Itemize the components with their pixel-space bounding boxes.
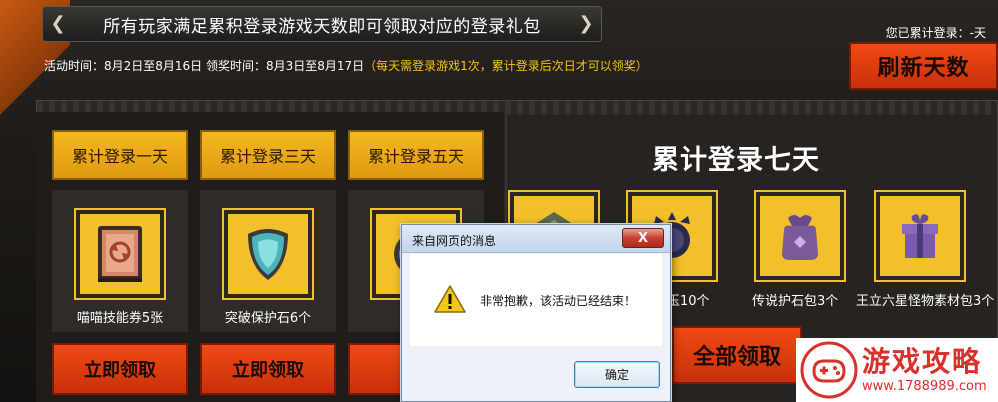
site-watermark: 游戏攻略 www.1788989.com (796, 338, 998, 402)
alert-dialog: 来自网页的消息 X 非常抱歉，该活动已经结束！ 确定 (401, 224, 671, 402)
reward-label: 传说护石包3个 (752, 294, 839, 309)
legend-stone-bag-icon (756, 192, 844, 280)
reward-card: 突破保护石6个 (200, 190, 336, 332)
banner-text: 所有玩家满足累积登录游戏天数即可领取对应的登录礼包 (103, 16, 541, 37)
refresh-days-button[interactable]: 刷新天数 (849, 42, 998, 90)
event-period: 活动时间：8月2日至8月16日 领奖时间：8月3日至8月17日（每天需登录游戏1… (44, 57, 648, 74)
chevron-left-icon[interactable]: ❮ (49, 14, 67, 34)
event-banner: ❮ 所有玩家满足累积登录游戏天数即可领取对应的登录礼包 ❯ (42, 6, 602, 42)
period-text: 活动时间：8月2日至8月16日 领奖时间：8月3日至8月17日 (44, 59, 365, 73)
seven-day-title: 累计登录七天 (652, 145, 820, 176)
reward-label: 玉10个 (667, 294, 710, 309)
event-page: ❮ 所有玩家满足累积登录游戏天数即可领取对应的登录礼包 ❯ 活动时间：8月2日至… (0, 0, 998, 402)
close-icon[interactable]: X (622, 228, 664, 248)
watermark-title: 游戏攻略 (862, 345, 983, 378)
dialog-titlebar[interactable]: 来自网页的消息 X (402, 225, 670, 253)
tab-login-3-days[interactable]: 累计登录三天 (200, 130, 336, 180)
shield-stone-icon (224, 210, 312, 298)
gift-box-icon (876, 192, 964, 280)
ok-button[interactable]: 确定 (574, 361, 660, 388)
tab-login-1-day[interactable]: 累计登录一天 (52, 130, 188, 180)
reward-card: 喵喵技能券5张 (52, 190, 188, 332)
warning-icon (434, 285, 466, 313)
chevron-right-icon[interactable]: ❯ (577, 14, 595, 34)
cumulative-login-status: 您已累计登录：-天 (885, 26, 986, 40)
reward-label: 喵喵技能券5张 (76, 311, 164, 326)
reward-label: 王立六星怪物素材包3个 (856, 294, 995, 309)
period-note: （每天需登录游戏1次，累计登录后次日才可以领奖） (364, 59, 648, 73)
reward-label: 突破保护石6个 (224, 311, 312, 326)
skill-ticket-icon (76, 210, 164, 298)
claim-button[interactable]: 立即领取 (200, 343, 336, 395)
dialog-message: 非常抱歉，该活动已经结束！ (480, 294, 637, 308)
watermark-url: www.1788989.com (862, 379, 987, 394)
dialog-title: 来自网页的消息 (412, 234, 497, 248)
claim-all-button[interactable]: 全部领取 (672, 326, 802, 384)
watermark-logo-icon (800, 341, 858, 399)
claim-button[interactable]: 立即领取 (52, 343, 188, 395)
dialog-body: 非常抱歉，该活动已经结束！ (410, 254, 662, 346)
tab-login-5-days[interactable]: 累计登录五天 (348, 130, 484, 180)
